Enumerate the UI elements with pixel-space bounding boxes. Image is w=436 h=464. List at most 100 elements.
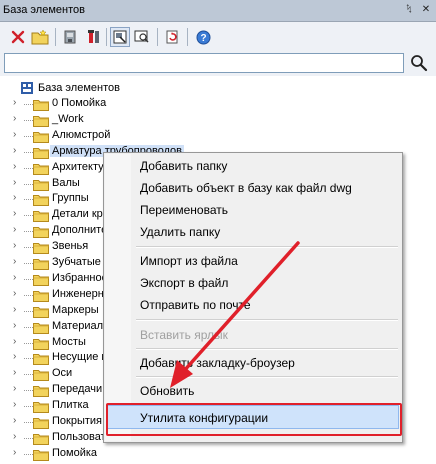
chevron-right-icon[interactable]: ›: [13, 177, 16, 188]
tree-item[interactable]: › _Work: [0, 112, 430, 128]
tree-item-label: Звенья: [52, 240, 89, 253]
folder-icon: [33, 114, 49, 127]
tree-connector: [24, 199, 33, 201]
tree-item-label: Группы: [52, 192, 89, 205]
chevron-right-icon[interactable]: ›: [13, 288, 16, 299]
menu-item-add-folder[interactable]: Добавить папку: [140, 159, 227, 173]
menu-separator: [136, 376, 398, 378]
svg-text:?: ?: [200, 33, 206, 44]
refresh-icon: [166, 30, 178, 44]
tree-connector: [24, 374, 33, 376]
preview-button[interactable]: [132, 27, 152, 47]
tree-connector: [24, 215, 33, 217]
panel-titlebar: База элементов ᛪ ✕: [0, 0, 436, 22]
chevron-right-icon[interactable]: ›: [13, 383, 16, 394]
chevron-right-icon[interactable]: ›: [13, 97, 16, 108]
tree-connector: [24, 278, 33, 280]
pin-icon[interactable]: ᛪ: [402, 3, 416, 17]
chevron-right-icon[interactable]: ›: [13, 113, 16, 124]
menu-item-import[interactable]: Импорт из файла: [140, 254, 238, 268]
delete-icon: [11, 30, 25, 44]
chevron-right-icon[interactable]: ›: [13, 415, 16, 426]
toolbar-separator: [55, 28, 56, 46]
tree-connector: [24, 151, 33, 153]
chevron-right-icon[interactable]: ›: [13, 208, 16, 219]
tree-connector: [24, 247, 33, 249]
delete-button[interactable]: [8, 27, 28, 47]
search-input[interactable]: [4, 53, 404, 73]
tree-item[interactable]: › Алюмстрой: [0, 128, 430, 144]
tree-item-label: Помойка: [52, 446, 98, 459]
tree-item[interactable]: › 0 Помойка: [0, 96, 430, 112]
tree-connector: [24, 437, 33, 439]
folder-icon: [33, 448, 49, 461]
chevron-right-icon[interactable]: ›: [13, 192, 16, 203]
tree-item-label: Оси: [52, 367, 73, 380]
view-mode-button[interactable]: [110, 27, 130, 47]
folder-icon: [33, 352, 49, 366]
folder-icon: [33, 400, 49, 414]
new-folder-button[interactable]: [30, 27, 50, 47]
chevron-right-icon[interactable]: ›: [13, 399, 16, 410]
menu-item-delete-folder[interactable]: Удалить папку: [140, 225, 220, 239]
tree-item-label: Валы: [52, 176, 80, 189]
help-button[interactable]: ?: [193, 27, 213, 47]
view-icon: [113, 30, 127, 44]
menu-item-add-object-dwg[interactable]: Добавить объект в базу как файл dwg: [140, 181, 352, 195]
tools-button[interactable]: [84, 27, 104, 47]
chevron-right-icon[interactable]: ›: [13, 320, 16, 331]
tree-connector: [24, 119, 33, 121]
menu-item-export[interactable]: Экспорт в файл: [140, 276, 228, 290]
folder-icon: [33, 337, 49, 350]
chevron-right-icon[interactable]: ›: [13, 161, 16, 172]
search-row: [0, 52, 436, 76]
menu-item-add-bookmark[interactable]: Добавить закладку-броузер: [140, 356, 295, 370]
folder-icon: [33, 178, 49, 191]
folder-icon: [33, 305, 49, 318]
refresh-button[interactable]: [162, 27, 182, 47]
folder-icon: [33, 241, 49, 255]
tree-connector: [24, 406, 33, 408]
chevron-right-icon[interactable]: ›: [13, 272, 16, 283]
chevron-right-icon[interactable]: ›: [13, 240, 16, 251]
tree-item[interactable]: › Помойка: [0, 446, 430, 462]
tree-connector: [24, 294, 33, 296]
chevron-right-icon[interactable]: ›: [13, 447, 16, 458]
tree-connector: [24, 342, 33, 344]
tree-connector: [24, 104, 33, 105]
chevron-right-icon[interactable]: ›: [13, 351, 16, 362]
chevron-right-icon[interactable]: ›: [13, 431, 16, 442]
tree-item-label: _Work: [52, 112, 84, 125]
chevron-right-icon[interactable]: ›: [13, 224, 16, 235]
tree-root[interactable]: База элементов: [20, 80, 120, 96]
tree-connector: [24, 310, 33, 312]
menu-item-send-mail[interactable]: Отправить по почте: [140, 298, 251, 312]
tree-item-label: Избранное: [52, 271, 108, 284]
properties-button[interactable]: [60, 27, 80, 47]
folder-icon: [33, 209, 49, 223]
tree-connector: [24, 135, 33, 137]
tree-connector: [24, 358, 33, 360]
chevron-right-icon[interactable]: ›: [13, 336, 16, 347]
chevron-right-icon[interactable]: ›: [13, 145, 16, 156]
tree-item-label: 0 Помойка: [52, 97, 107, 109]
tree-item-label: Покрытия: [52, 415, 102, 427]
tree-connector: [24, 326, 33, 328]
tree-connector: [24, 390, 33, 392]
context-menu: Добавить папку Добавить объект в базу ка…: [103, 152, 403, 443]
chevron-right-icon[interactable]: ›: [13, 256, 16, 267]
tree-connector: [24, 263, 33, 264]
folder-icon: [33, 289, 49, 302]
menu-item-refresh[interactable]: Обновить: [140, 384, 194, 398]
chevron-right-icon[interactable]: ›: [13, 367, 16, 378]
tree-connector: [24, 183, 33, 185]
close-icon[interactable]: ✕: [419, 3, 433, 17]
tree-item-label: Маркеры: [52, 303, 99, 316]
search-button[interactable]: [410, 54, 430, 74]
menu-item-rename[interactable]: Переименовать: [140, 203, 228, 217]
chevron-right-icon[interactable]: ›: [13, 304, 16, 315]
toolbar-separator: [187, 28, 188, 46]
annotation-highlight-box: [106, 403, 402, 436]
chevron-right-icon[interactable]: ›: [13, 129, 16, 140]
folder-icon: [33, 273, 49, 286]
